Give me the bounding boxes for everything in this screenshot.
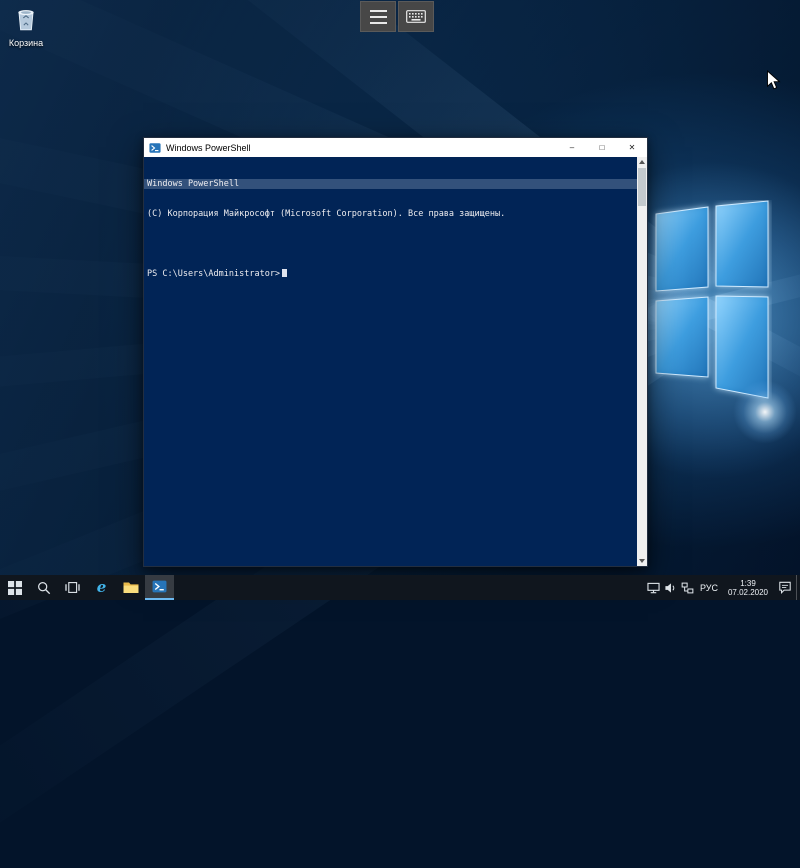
- keyboard-icon: [406, 10, 426, 23]
- console-prompt: PS C:\Users\Administrator>: [147, 269, 280, 279]
- window-titlebar[interactable]: Windows PowerShell – □ ✕: [144, 138, 647, 157]
- file-explorer-button[interactable]: [116, 575, 145, 600]
- tray-display-button[interactable]: [645, 575, 662, 600]
- windows-logo: [650, 200, 772, 420]
- vm-console-toolbar: [360, 1, 434, 32]
- clock-date: 07.02.2020: [724, 588, 772, 597]
- tray-volume-button[interactable]: [662, 575, 679, 600]
- keyboard-button[interactable]: [398, 1, 434, 32]
- network-icon: [681, 582, 694, 594]
- action-center-button[interactable]: [774, 575, 796, 600]
- recycle-bin-desktop-icon[interactable]: Корзина: [2, 5, 50, 48]
- show-desktop-button[interactable]: [796, 575, 800, 600]
- window-title: Windows PowerShell: [166, 143, 251, 153]
- console-prompt-line: PS C:\Users\Administrator>: [147, 269, 635, 279]
- powershell-taskbar-button[interactable]: [145, 575, 174, 600]
- scroll-up-arrow[interactable]: [637, 157, 647, 167]
- console-copyright-line: (C) Корпорация Майкрософт (Microsoft Cor…: [147, 209, 635, 219]
- minimize-button[interactable]: –: [557, 138, 587, 157]
- clock-time: 1:39: [724, 579, 772, 588]
- task-view-button[interactable]: [58, 575, 87, 600]
- display-icon: [647, 582, 660, 594]
- tray-network-button[interactable]: [679, 575, 696, 600]
- search-icon: [37, 581, 51, 595]
- taskbar-buttons: e: [0, 575, 174, 600]
- language-indicator[interactable]: РУС: [696, 583, 722, 593]
- powershell-window-icon: [149, 142, 161, 154]
- menu-button[interactable]: [360, 1, 396, 32]
- maximize-button[interactable]: □: [587, 138, 617, 157]
- internet-explorer-button[interactable]: e: [87, 575, 116, 600]
- volume-icon: [664, 582, 677, 594]
- powershell-window: Windows PowerShell – □ ✕ Windows PowerSh…: [143, 137, 648, 567]
- windows-start-icon: [8, 581, 22, 595]
- file-explorer-folder-icon: [123, 581, 139, 594]
- console-scrollbar[interactable]: [637, 157, 647, 566]
- action-center-icon: [778, 581, 792, 594]
- recycle-bin-label: Корзина: [2, 38, 50, 48]
- taskbar-clock[interactable]: 1:39 07.02.2020: [722, 579, 774, 597]
- hamburger-icon: [370, 10, 387, 24]
- internet-explorer-icon: e: [97, 580, 107, 595]
- console-banner-line: Windows PowerShell: [144, 179, 647, 189]
- recycle-bin-icon: [13, 5, 39, 32]
- taskbar-search-button[interactable]: [29, 575, 58, 600]
- console-output-area[interactable]: Windows PowerShell (C) Корпорация Майкро…: [144, 157, 647, 566]
- taskbar: e: [0, 575, 800, 600]
- start-button[interactable]: [0, 575, 29, 600]
- window-controls: – □ ✕: [557, 138, 647, 157]
- task-view-icon: [65, 581, 80, 594]
- console-blank-line: [147, 239, 635, 249]
- console-cursor: [282, 269, 287, 277]
- close-button[interactable]: ✕: [617, 138, 647, 157]
- system-tray: РУС 1:39 07.02.2020: [645, 575, 800, 600]
- powershell-icon: [152, 579, 167, 594]
- scrollbar-thumb[interactable]: [638, 168, 646, 206]
- scroll-down-arrow[interactable]: [637, 556, 647, 566]
